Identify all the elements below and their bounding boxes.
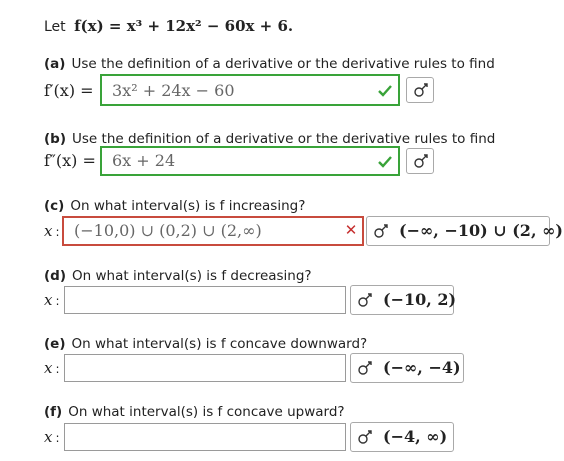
part-e-question: (e) On what interval(s) is f concave down… bbox=[44, 336, 367, 352]
part-e-label: (e) bbox=[44, 336, 66, 352]
part-f-var: x bbox=[44, 428, 53, 446]
preview-icon bbox=[358, 361, 372, 375]
part-b-lhs: f″(x) = bbox=[44, 151, 96, 170]
part-c-correct-answer: (−∞, −10) ∪ (2, ∞) bbox=[399, 221, 563, 240]
check-icon bbox=[378, 85, 392, 97]
part-c-label: (c) bbox=[44, 198, 65, 214]
part-f-preview-button[interactable] bbox=[354, 426, 378, 448]
part-b-answer-field[interactable]: 6x + 24 bbox=[100, 146, 400, 176]
part-c-text: On what interval(s) is f increasing? bbox=[70, 198, 306, 214]
part-b-preview-button[interactable] bbox=[406, 148, 434, 174]
part-f-text: On what interval(s) is f concave upward? bbox=[68, 404, 345, 420]
part-e-var-label: x: bbox=[44, 359, 60, 377]
preview-icon bbox=[414, 83, 428, 97]
part-c-var: x bbox=[44, 222, 53, 240]
part-c-answer-field[interactable]: (−10,0) ∪ (0,2) ∪ (2,∞) ✕ bbox=[62, 216, 364, 246]
preview-icon bbox=[358, 430, 372, 444]
part-f-correct-answer: (−4, ∞) bbox=[383, 427, 448, 446]
part-e-var: x bbox=[44, 359, 53, 377]
intro-function: f(x) = x³ + 12x² − 60x + 6. bbox=[74, 17, 294, 35]
preview-icon bbox=[374, 224, 388, 238]
intro-text: Let bbox=[44, 19, 66, 35]
part-c-question: (c) On what interval(s) is f increasing? bbox=[44, 198, 305, 214]
part-c-var-label: x: bbox=[44, 222, 60, 240]
preview-icon bbox=[358, 293, 372, 307]
part-e-text: On what interval(s) is f concave downwar… bbox=[71, 336, 368, 352]
part-d-question: (d) On what interval(s) is f decreasing? bbox=[44, 268, 312, 284]
part-b-question: (b) Use the definition of a derivative or… bbox=[44, 131, 495, 147]
check-icon bbox=[378, 156, 392, 168]
part-d-correct-answer: (−10, 2) bbox=[383, 290, 457, 309]
part-d-var-label: x: bbox=[44, 291, 60, 309]
part-a-answer-value: 3x² + 24x − 60 bbox=[112, 81, 235, 100]
part-b-text: Use the definition of a derivative or th… bbox=[72, 131, 496, 147]
part-f-var-label: x: bbox=[44, 428, 60, 446]
part-d-preview-button[interactable] bbox=[354, 289, 378, 311]
part-f-question: (f) On what interval(s) is f concave upwa… bbox=[44, 404, 345, 420]
part-d-correct-answer-panel: (−10, 2) bbox=[350, 285, 457, 315]
part-d-label: (d) bbox=[44, 268, 67, 284]
part-b-answer-value: 6x + 24 bbox=[112, 151, 176, 170]
part-c-answer-value: (−10,0) ∪ (0,2) ∪ (2,∞) bbox=[74, 221, 262, 240]
part-e-answer-field[interactable] bbox=[64, 354, 346, 382]
part-e-correct-answer-panel: (−∞, −4) bbox=[350, 353, 464, 383]
part-a-question: (a) Use the definition of a derivative or… bbox=[44, 56, 495, 72]
part-d-answer-field[interactable] bbox=[64, 286, 346, 314]
part-a-label: (a) bbox=[44, 56, 66, 72]
part-d-text: On what interval(s) is f decreasing? bbox=[72, 268, 312, 284]
intro-line: Let f(x) = x³ + 12x² − 60x + 6. bbox=[44, 17, 293, 35]
part-a-preview-button[interactable] bbox=[406, 77, 434, 103]
preview-icon bbox=[414, 154, 428, 168]
part-a-lhs: f′(x) = bbox=[44, 81, 94, 100]
part-e-correct-answer: (−∞, −4) bbox=[383, 358, 461, 377]
x-icon: ✕ bbox=[344, 221, 358, 239]
part-e-preview-button[interactable] bbox=[354, 357, 378, 379]
part-c-preview-button[interactable] bbox=[370, 220, 394, 242]
part-a-answer-field[interactable]: 3x² + 24x − 60 bbox=[100, 74, 400, 106]
part-f-correct-answer-panel: (−4, ∞) bbox=[350, 422, 454, 452]
part-f-answer-field[interactable] bbox=[64, 423, 346, 451]
part-f-label: (f) bbox=[44, 404, 63, 420]
part-b-label: (b) bbox=[44, 131, 67, 147]
part-d-var: x bbox=[44, 291, 53, 309]
part-c-correct-answer-panel: (−∞, −10) ∪ (2, ∞) bbox=[366, 216, 563, 246]
part-a-text: Use the definition of a derivative or th… bbox=[71, 56, 495, 72]
